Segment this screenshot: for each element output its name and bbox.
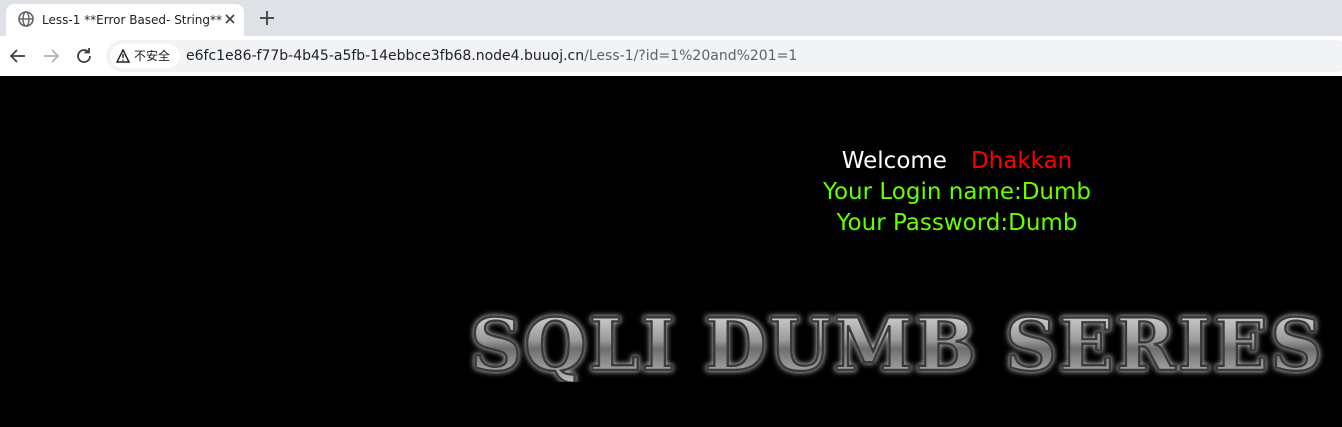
url-path: /Less-1/?id=1%20and%201=1 bbox=[584, 48, 798, 64]
url-text[interactable]: e6fc1e86-f77b-4b45-a5fb-14ebbce3fb68.nod… bbox=[186, 46, 797, 66]
close-icon[interactable] bbox=[222, 11, 238, 27]
welcome-word: Welcome bbox=[841, 148, 947, 174]
warning-triangle-icon bbox=[116, 49, 130, 63]
welcome-block: Welcome Dhakkan Your Login name:Dumb Your… bbox=[757, 146, 1157, 239]
login-name-line: Your Login name:Dumb bbox=[822, 179, 1092, 205]
arrow-right-icon[interactable] bbox=[40, 45, 62, 67]
arrow-left-icon[interactable] bbox=[7, 45, 29, 67]
welcome-line: Welcome Dhakkan bbox=[757, 146, 1157, 177]
reload-icon[interactable] bbox=[73, 45, 95, 67]
welcome-name: Dhakkan bbox=[970, 148, 1073, 174]
security-chip[interactable]: 不安全 bbox=[110, 44, 180, 68]
toolbar: 不安全 e6fc1e86-f77b-4b45-a5fb-14ebbce3fb68… bbox=[0, 36, 1342, 76]
tab-title: Less-1 **Error Based- String** bbox=[42, 13, 222, 27]
globe-icon bbox=[18, 11, 34, 27]
address-bar[interactable]: 不安全 e6fc1e86-f77b-4b45-a5fb-14ebbce3fb68… bbox=[106, 40, 1342, 72]
url-host: e6fc1e86-f77b-4b45-a5fb-14ebbce3fb68.nod… bbox=[186, 48, 585, 64]
tab-active[interactable]: Less-1 **Error Based- String** bbox=[6, 4, 244, 36]
plus-icon[interactable] bbox=[256, 7, 278, 29]
password-line: Your Password:Dumb bbox=[836, 210, 1078, 236]
page-content: Welcome Dhakkan Your Login name:Dumb Your… bbox=[0, 76, 1342, 427]
browser-chrome: Less-1 **Error Based- String** 不安全 e6fc1… bbox=[0, 0, 1342, 76]
sqli-dumb-series-banner: SQLI DUMB SERIES bbox=[466, 304, 1342, 382]
tab-strip: Less-1 **Error Based- String** bbox=[0, 0, 1342, 36]
banner-logo-image: SQLI DUMB SERIES bbox=[469, 304, 1324, 382]
security-label: 不安全 bbox=[134, 49, 171, 63]
banner-text: SQLI DUMB SERIES bbox=[470, 304, 1324, 382]
